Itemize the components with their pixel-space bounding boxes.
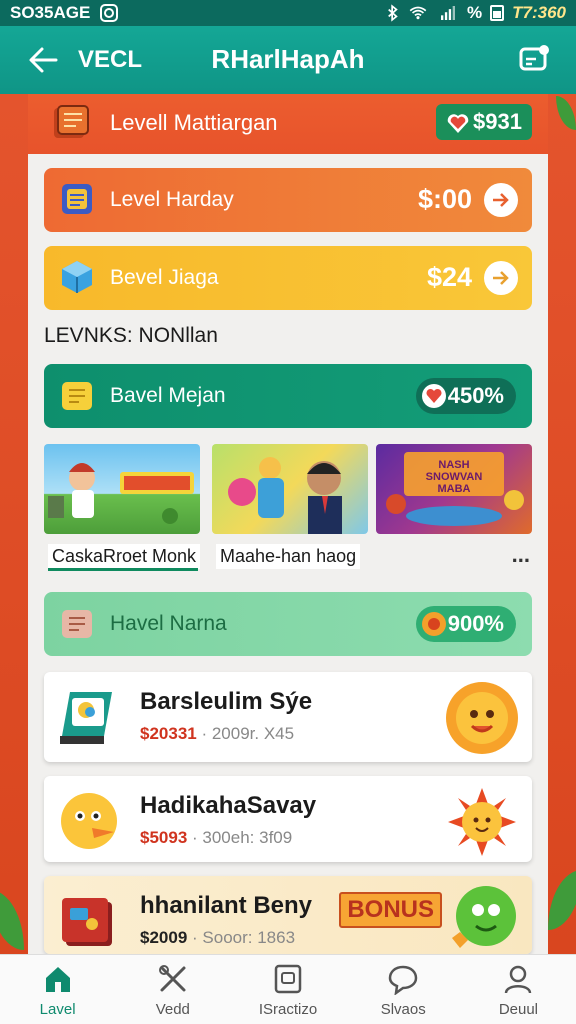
nav-label: Vedd [155,1001,190,1018]
nav-item-vedd[interactable]: Vedd [115,955,230,1024]
card-subtitle: $20331 · 2009r. X45 [140,724,294,744]
book-icon [62,184,92,214]
green-mascot-icon [452,886,516,948]
app-title: RHarlHapAh [211,44,365,74]
status-bar: SO35AGE % T7:360 [0,0,576,26]
note-icon [62,382,92,410]
card-title: HadikahaSavay [140,792,317,819]
percent-value: 900% [447,611,504,636]
level-price: $:00 [417,184,472,214]
game-art [228,457,342,534]
card-price: $5093 [140,828,188,847]
battery-text: % [467,3,483,22]
game-thumbnail[interactable]: NASH SNOWVAN MABA [376,444,532,534]
percent-badge: 450% [416,378,516,414]
scroll-icon [54,105,89,138]
arrow-right-button[interactable] [484,261,518,295]
promo-row-narna[interactable]: Havel Narna 900% [44,592,532,656]
coin-icon [422,612,446,636]
coin-badge[interactable]: $931 [436,104,532,140]
main-panel: Levell Mattiargan $931 Level Harday $:00… [28,94,548,954]
game-art [48,463,194,524]
chat-icon [388,965,418,995]
sun-mascot-icon [446,682,518,754]
active-tab-underline [48,568,198,571]
nav-label: Deuul [498,1001,539,1018]
level-row-jiaga[interactable]: Bevel Jiaga $24 [44,246,532,310]
right-decoration [548,94,576,954]
svg-text:MABA: MABA [438,483,471,495]
nav-item-isractizo[interactable]: ISractizo [230,955,345,1024]
thumbnail-caption[interactable]: CaskaRroet Monk [48,544,201,569]
more-options-icon[interactable]: ... [512,542,530,568]
bottom-navigation: Lavel Vedd ISractizo Slvaos Deuul [0,954,576,1024]
home-icon [45,967,70,992]
promo-label: Bavel Mejan [110,384,226,407]
percent-value: 450% [447,383,504,408]
offer-card[interactable]: hhanilant Beny $2009 · Sooor: 1863 BONUS [44,876,532,954]
nav-label: ISractizo [258,1001,318,1018]
thumbnail-caption[interactable]: Maahe-han haog [216,544,361,569]
percent-badge: 900% [416,606,516,642]
card-title: hhanilant Beny [140,892,313,919]
arrow-right-icon [493,193,509,207]
heart-icon [422,384,446,408]
card-subtitle: $2009 · Sooor: 1863 [140,928,295,948]
card-price: $20331 [140,724,197,743]
profile-icon [505,965,532,994]
section-label: LEVNKS: NONllan [44,324,218,347]
app-bar: VECL RHarlHapAh [0,26,576,94]
level-price: $24 [426,262,472,292]
nav-item-lavel[interactable]: Lavel [0,955,115,1024]
offer-card[interactable]: HadikahaSavay $5093 · 300eh: 3f09 [44,776,532,862]
nav-label: Slvaos [380,1001,426,1018]
card-title: Barsleulim Sýe [140,688,313,715]
bonus-tag: BONUS [339,892,442,928]
frame-icon [274,964,302,994]
game-art: NASH SNOWVAN MABA [386,452,524,526]
header-title: Levell Mattiargan [110,110,278,135]
tablet-icon [60,692,112,744]
svg-text:SNOWVAN: SNOWVAN [426,471,483,483]
duck-mascot-icon [61,793,117,849]
card-subtitle: $5093 · 300eh: 3f09 [140,828,292,848]
left-decoration [0,94,28,954]
card-meta: · Sooor: 1863 [192,928,296,947]
nav-label: Lavel [39,1001,76,1018]
game-thumbnail[interactable] [212,444,368,534]
status-left-text: SO35AGE [10,3,91,22]
cube-icon [62,261,92,293]
card-meta: · 2009r. X45 [201,724,295,743]
svg-text:NASH: NASH [438,459,469,471]
level-header: Levell Mattiargan $931 [28,94,548,154]
message-icon[interactable] [518,43,550,75]
level-row-harday[interactable]: Level Harday $:00 [44,168,532,232]
arrow-right-icon [493,271,509,285]
bluetooth-icon [388,4,398,22]
sun-icon [448,788,516,856]
level-label: Level Harday [110,188,234,211]
nav-item-deuul[interactable]: Deuul [461,955,576,1024]
battery-icon [490,5,505,21]
nav-item-slvaos[interactable]: Slvaos [346,955,461,1024]
card-price: $2009 [140,928,188,947]
offer-card[interactable]: Barsleulim Sýe $20331 · 2009r. X45 [44,672,532,762]
camera-icon [100,4,119,22]
tools-icon [158,965,186,992]
heart-icon [447,114,469,133]
signal-icon [441,6,455,20]
level-label: Bevel Jiaga [110,266,219,289]
card-meta: · 300eh: 3f09 [192,828,293,847]
coin-badge-value: $931 [473,109,522,134]
note-icon [62,610,92,638]
wifi-icon [409,6,427,20]
game-thumbnail[interactable] [44,444,200,534]
status-time: T7:360 [512,3,566,22]
promo-label: Havel Narna [110,612,227,635]
arrow-right-button[interactable] [484,183,518,217]
promo-row-mejan[interactable]: Bavel Mejan 450% [44,364,532,428]
book-icon [62,898,112,946]
